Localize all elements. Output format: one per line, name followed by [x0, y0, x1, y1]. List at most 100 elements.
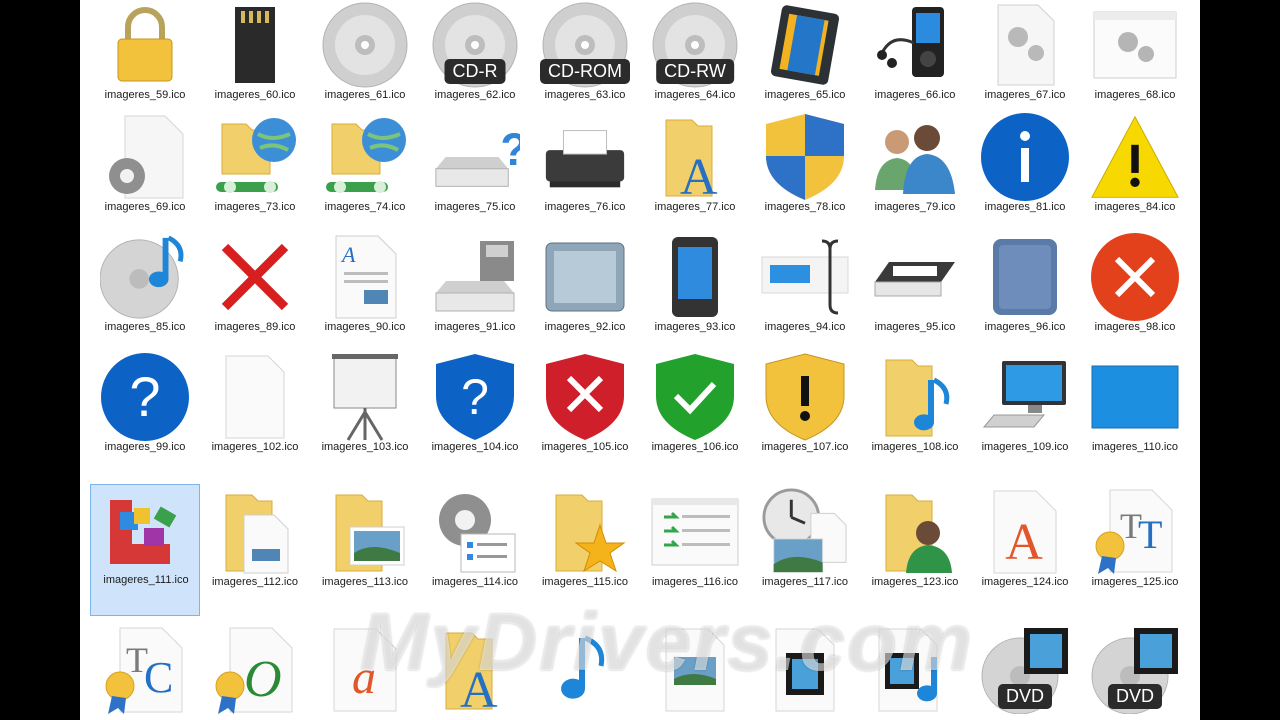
icon-filename: imageres_59.ico [104, 89, 186, 101]
icon-item[interactable]: imageres_93.ico [640, 232, 750, 352]
fax-printer-icon [540, 112, 630, 202]
svg-text:A: A [340, 242, 356, 267]
settings-file-icon [980, 0, 1070, 90]
icon-item[interactable]: imageres_108.ico [860, 352, 970, 472]
disc-icon: CD-ROM [540, 0, 630, 90]
font-tt-icon: TT [1090, 487, 1180, 577]
icon-item[interactable]: CD-RW imageres_64.ico [640, 0, 750, 120]
svg-text:O: O [244, 651, 282, 708]
icon-item[interactable]: imageres_96.ico [970, 232, 1080, 352]
icon-item[interactable]: CD-R imageres_62.ico [420, 0, 530, 120]
icon-filename: imageres_66.ico [874, 89, 956, 101]
icon-item[interactable]: TC [90, 625, 200, 720]
icon-item[interactable]: imageres_79.ico [860, 112, 970, 232]
icon-item[interactable]: ? imageres_104.ico [420, 352, 530, 472]
font-a-italic-icon: a [320, 625, 410, 715]
disc-icon: CD-RW [650, 0, 740, 90]
icon-item[interactable]: a [310, 625, 420, 720]
icon-item[interactable]: DVD [970, 625, 1080, 720]
disc-icon [320, 0, 410, 90]
icon-item[interactable]: Aimageres_90.ico [310, 232, 420, 352]
icon-item[interactable]: imageres_67.ico [970, 0, 1080, 120]
icon-item[interactable]: imageres_76.ico [530, 112, 640, 232]
icon-item[interactable]: imageres_117.ico [750, 487, 860, 607]
icon-item[interactable]: Aimageres_77.ico [640, 112, 750, 232]
icon-item[interactable]: imageres_105.ico [530, 352, 640, 472]
icon-item[interactable]: ? imageres_75.ico [420, 112, 530, 232]
icon-item[interactable]: ? imageres_99.ico [90, 352, 200, 472]
icon-item[interactable]: imageres_66.ico [860, 0, 970, 120]
icon-item[interactable]: imageres_102.ico [200, 352, 310, 472]
icon-row: T C Oa A DVD DVD [80, 625, 1200, 720]
disc-type-badge: CD-RW [656, 59, 734, 84]
icon-item[interactable]: O [200, 625, 310, 720]
icon-item[interactable]: imageres_111.ico [90, 484, 200, 616]
computer-icon [980, 352, 1070, 442]
padlock-icon [100, 0, 190, 90]
icon-item[interactable]: imageres_92.ico [530, 232, 640, 352]
icon-filename: imageres_113.ico [321, 576, 408, 588]
icon-item[interactable]: imageres_78.ico [750, 112, 860, 232]
icon-item[interactable] [860, 625, 970, 720]
icon-item[interactable]: CD-ROM imageres_63.ico [530, 0, 640, 120]
icon-filename: imageres_64.ico [654, 89, 736, 101]
icon-filename: imageres_124.ico [981, 576, 1069, 588]
icon-item[interactable]: imageres_94.ico [750, 232, 860, 352]
icon-item[interactable]: imageres_68.ico [1080, 0, 1190, 120]
disc-type-badge: CD-R [444, 59, 506, 84]
icon-item[interactable]: imageres_89.ico [200, 232, 310, 352]
icon-item[interactable]: DVD [1080, 625, 1190, 720]
icon-grid: imageres_59.ico imageres_60.ico imageres_6… [80, 0, 1200, 720]
icon-row: imageres_69.ico imageres_73.ico imageres_7… [80, 112, 1200, 232]
security-shield-icon [760, 112, 850, 202]
icon-filename: imageres_77.ico [654, 201, 736, 213]
icon-item[interactable]: imageres_114.ico [420, 487, 530, 607]
icon-item[interactable]: imageres_81.ico [970, 112, 1080, 232]
icon-filename: imageres_110.ico [1091, 441, 1178, 453]
media-player-icon [870, 0, 960, 90]
icon-item[interactable] [640, 625, 750, 720]
icon-item[interactable]: imageres_103.ico [310, 352, 420, 472]
users-icon [870, 112, 960, 202]
icon-filename: imageres_74.ico [324, 201, 406, 213]
picture-file-icon [650, 625, 740, 715]
icon-item[interactable]: imageres_65.ico [750, 0, 860, 120]
video-music-icon [870, 625, 960, 715]
icon-item[interactable]: imageres_85.ico [90, 232, 200, 352]
icon-item[interactable]: imageres_107.ico [750, 352, 860, 472]
icon-filename: imageres_62.ico [434, 89, 516, 101]
icon-item[interactable]: imageres_123.ico [860, 487, 970, 607]
icon-item[interactable]: imageres_109.ico [970, 352, 1080, 472]
icon-item[interactable]: imageres_98.ico [1080, 232, 1190, 352]
icon-filename: imageres_107.ico [761, 441, 849, 453]
defrag-icon [101, 485, 191, 575]
user-folder-icon [870, 487, 960, 577]
blue-device-icon [980, 232, 1070, 322]
font-a-icon: A [980, 487, 1070, 577]
icon-item[interactable]: imageres_110.ico [1080, 352, 1190, 472]
icon-item[interactable]: T Timageres_125.ico [1080, 487, 1190, 607]
icon-item[interactable] [530, 625, 640, 720]
icon-item[interactable]: imageres_106.ico [640, 352, 750, 472]
icon-item[interactable]: imageres_73.ico [200, 112, 310, 232]
icon-item[interactable]: imageres_84.ico [1080, 112, 1190, 232]
icon-item[interactable]: Aimageres_124.ico [970, 487, 1080, 607]
icon-item[interactable]: imageres_69.ico [90, 112, 200, 232]
icon-item[interactable]: imageres_91.ico [420, 232, 530, 352]
icon-item[interactable] [750, 625, 860, 720]
icon-item[interactable]: imageres_116.ico [640, 487, 750, 607]
icon-item[interactable]: imageres_59.ico [90, 0, 200, 120]
icon-item[interactable]: imageres_113.ico [310, 487, 420, 607]
favorites-folder-icon [540, 487, 630, 577]
svg-text:a: a [352, 651, 376, 704]
icon-item[interactable]: A [420, 625, 530, 720]
icon-item[interactable]: imageres_115.ico [530, 487, 640, 607]
ok-shield-icon [650, 352, 740, 442]
icon-filename: imageres_111.ico [103, 574, 189, 586]
music-disc-icon [100, 232, 190, 322]
icon-item[interactable]: imageres_74.ico [310, 112, 420, 232]
icon-item[interactable]: imageres_95.ico [860, 232, 970, 352]
icon-item[interactable]: imageres_61.ico [310, 0, 420, 120]
icon-item[interactable]: imageres_112.ico [200, 487, 310, 607]
icon-item[interactable]: imageres_60.ico [200, 0, 310, 120]
